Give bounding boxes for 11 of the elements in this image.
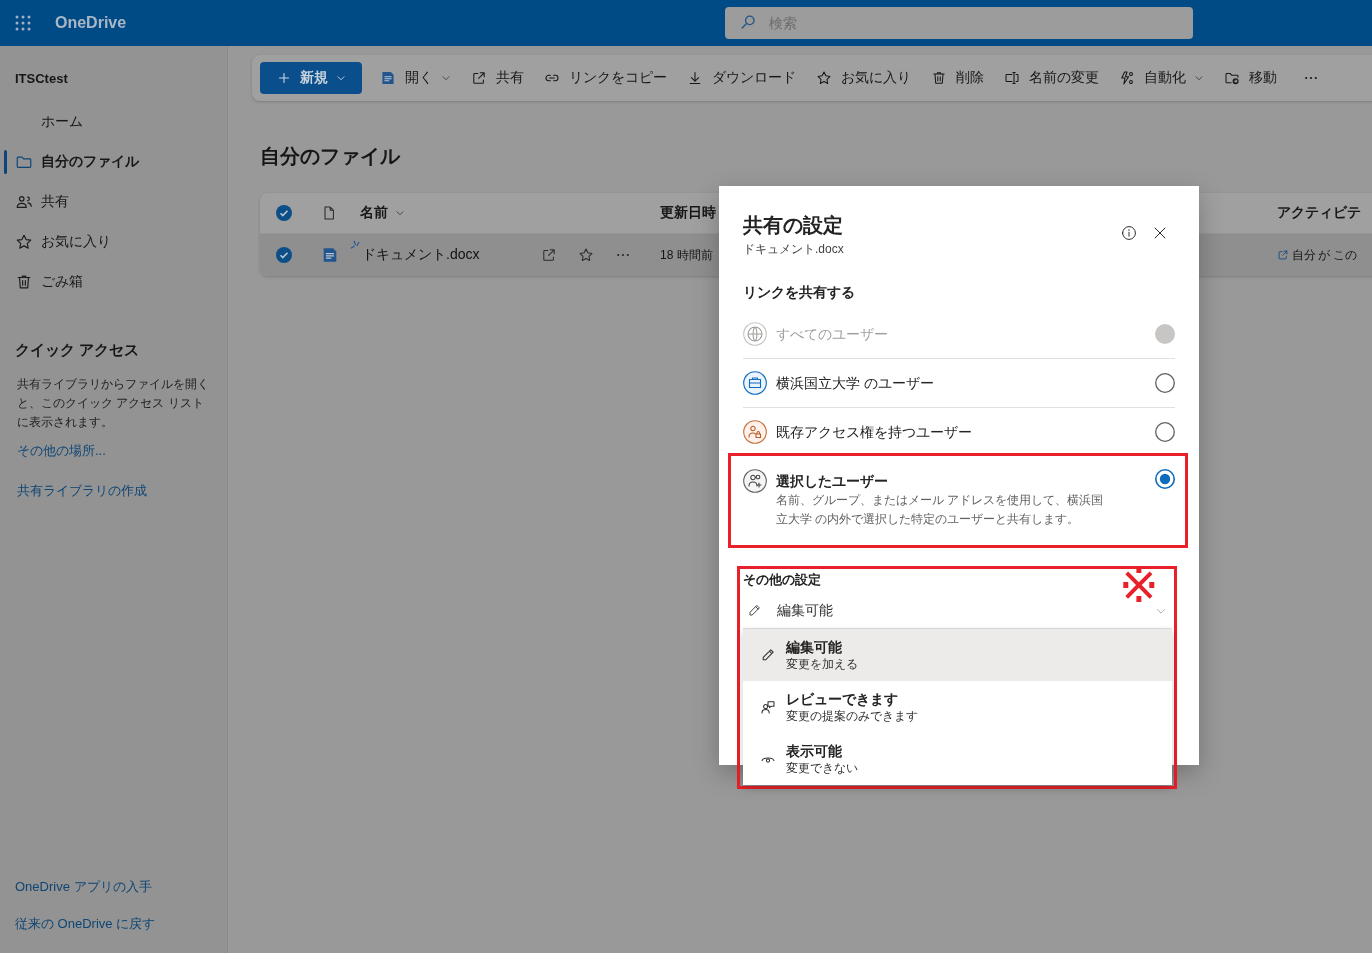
section-label: その他の設定: [743, 571, 821, 589]
section-label: リンクを共有する: [743, 283, 855, 302]
page-title: 自分のファイル: [260, 144, 402, 169]
dialog-title: 共有の設定: [743, 213, 843, 238]
dialog-file-name: ドキュメント.docx: [743, 241, 844, 257]
section-heading: クイック アクセス: [14, 340, 140, 360]
activity-text: 自分 が この: [1292, 246, 1357, 264]
helper-text: 共有ライブラリからファイルを開くと、このクイック アクセス リストに表示されます。: [17, 376, 210, 431]
option-description: 名前、グループ、またはメール アドレスを使用して、横浜国立大学 の内外で選択した特定のユーザーと共有します。: [776, 492, 1105, 528]
account-name: ITSCtest: [14, 70, 68, 88]
modified-time: 18 時間前: [660, 246, 713, 264]
